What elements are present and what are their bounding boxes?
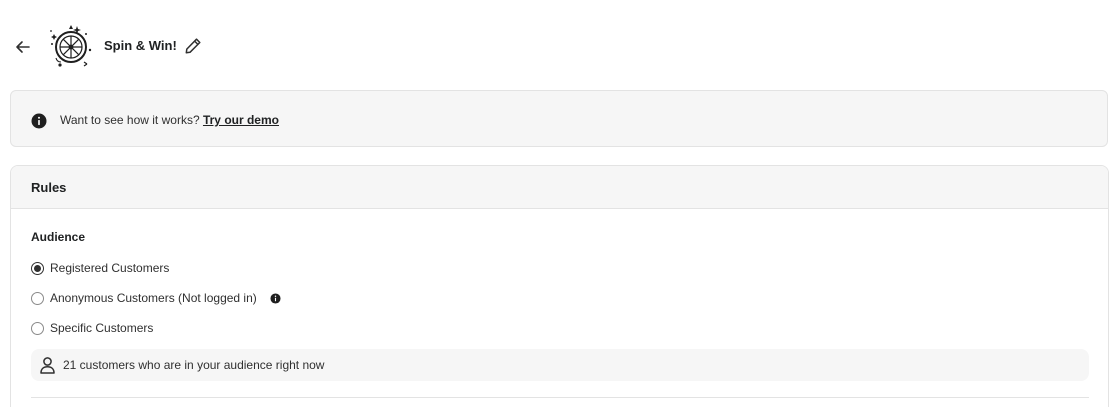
rules-title: Rules xyxy=(31,180,67,195)
banner-text: Want to see how it works? xyxy=(60,113,200,127)
audience-summary: 21 customers who are in your audience ri… xyxy=(31,349,1089,381)
rules-card-header: Rules xyxy=(11,166,1108,209)
divider xyxy=(31,397,1089,398)
rules-card: Rules Audience Registered Customers Anon… xyxy=(10,165,1109,407)
spin-wheel-icon xyxy=(46,22,94,70)
edit-title-button[interactable] xyxy=(183,36,203,56)
radio-button[interactable] xyxy=(31,291,44,305)
audience-count-text: 21 customers who are in your audience ri… xyxy=(63,358,325,372)
radio-button-checked[interactable] xyxy=(31,261,44,275)
radio-label: Registered Customers xyxy=(50,261,170,275)
page-title: Spin & Win! xyxy=(104,38,177,53)
page: Spin & Win! Want to see how it works? Tr… xyxy=(0,0,1118,407)
radio-label: Specific Customers xyxy=(50,321,154,335)
arrow-left-icon xyxy=(16,41,30,53)
info-icon[interactable] xyxy=(270,292,281,304)
radio-button[interactable] xyxy=(31,321,44,335)
banner-message: Want to see how it works? Try our demo xyxy=(60,113,279,128)
back-button[interactable] xyxy=(12,36,34,58)
audience-label: Audience xyxy=(31,230,86,244)
info-icon xyxy=(31,113,47,129)
radio-label: Anonymous Customers (Not logged in) xyxy=(50,291,257,305)
page-header: Spin & Win! xyxy=(0,0,1118,92)
radio-registered-customers[interactable]: Registered Customers xyxy=(31,260,169,276)
try-demo-link[interactable]: Try our demo xyxy=(203,113,279,127)
radio-anonymous-customers[interactable]: Anonymous Customers (Not logged in) xyxy=(31,290,281,306)
demo-info-banner: Want to see how it works? Try our demo xyxy=(10,90,1108,147)
radio-specific-customers[interactable]: Specific Customers xyxy=(31,320,153,336)
pencil-icon xyxy=(185,38,201,54)
person-icon xyxy=(40,357,55,374)
